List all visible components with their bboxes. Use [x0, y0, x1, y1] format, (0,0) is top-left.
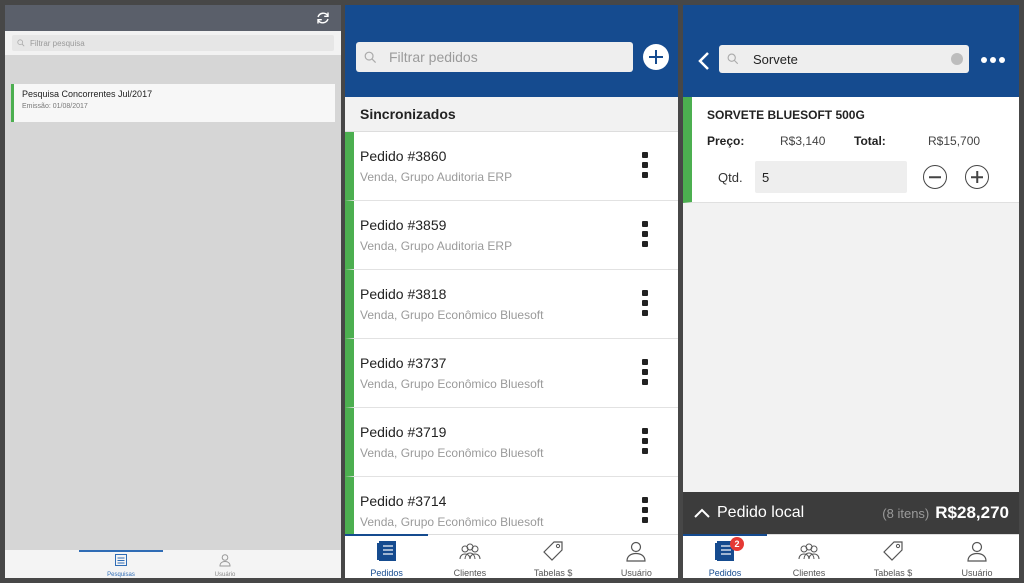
- orders-screen: Filtrar pedidos Sincronizados Pedido #38…: [345, 5, 678, 578]
- list-item[interactable]: Pesquisa Concorrentes Jul/2017 Emissão: …: [11, 84, 335, 122]
- tab-pedidos[interactable]: 2 Pedidos: [683, 534, 767, 578]
- total-label: Total:: [854, 134, 886, 148]
- price-tag-icon: [543, 541, 563, 561]
- header: Sorvete: [683, 5, 1019, 97]
- clear-icon[interactable]: [951, 53, 963, 65]
- tab-label: Clientes: [792, 568, 826, 578]
- section-title: Sincronizados: [345, 97, 678, 132]
- tab-clientes[interactable]: Clientes: [428, 535, 511, 578]
- tab-usuario[interactable]: Usuário: [935, 535, 1019, 578]
- survey-title: Pesquisa Concorrentes Jul/2017: [22, 89, 153, 99]
- table-row[interactable]: Pedido #3859 Venda, Grupo Auditoria ERP: [345, 201, 678, 270]
- tab-label: Pedidos: [708, 568, 742, 578]
- search-icon: [727, 53, 739, 65]
- tab-label: Pesquisas: [107, 572, 135, 578]
- header: Filtrar pedidos: [345, 5, 678, 97]
- search-bar: Filtrar pesquisa: [5, 31, 341, 55]
- more-menu-icon[interactable]: [981, 57, 1005, 63]
- order-subtitle: Venda, Grupo Econômico Bluesoft: [360, 446, 544, 460]
- local-order-label: Pedido local: [717, 504, 805, 521]
- more-menu-icon[interactable]: [642, 428, 648, 454]
- survey-date: Emissão: 01/08/2017: [22, 103, 88, 110]
- search-input[interactable]: Filtrar pedidos: [356, 42, 633, 72]
- order-subtitle: Venda, Grupo Auditoria ERP: [360, 170, 513, 184]
- table-row[interactable]: Pedido #3719 Venda, Grupo Econômico Blue…: [345, 408, 678, 477]
- tab-label: Pedidos: [370, 568, 403, 578]
- user-icon: [967, 541, 987, 562]
- tab-label: Tabelas $: [873, 568, 913, 578]
- qty-label: Qtd.: [718, 170, 743, 185]
- clients-icon: [798, 543, 820, 560]
- add-order-button[interactable]: [643, 44, 669, 70]
- table-row[interactable]: Pedido #3860 Venda, Grupo Auditoria ERP: [345, 132, 678, 201]
- total-value: R$15,700: [928, 134, 981, 148]
- more-menu-icon[interactable]: [642, 152, 648, 178]
- order-title: Pedido #3859: [360, 217, 447, 233]
- price-label: Preço:: [707, 134, 745, 148]
- order-list: Pedido #3860 Venda, Grupo Auditoria ERP …: [345, 132, 678, 546]
- order-title: Pedido #3818: [360, 286, 447, 302]
- local-order-bar[interactable]: Pedido local (8 itens) R$28,270: [683, 492, 1019, 534]
- product-name: SORVETE BLUESOFT 500G: [707, 108, 865, 122]
- price-tag-icon: [883, 541, 903, 561]
- tab-clientes[interactable]: Clientes: [767, 535, 851, 578]
- user-icon: [626, 541, 646, 562]
- item-count: (8 itens): [882, 505, 930, 521]
- tab-label: Usuário: [961, 568, 993, 578]
- order-subtitle: Venda, Grupo Econômico Bluesoft: [360, 308, 544, 322]
- qty-value: 5: [762, 169, 770, 185]
- tab-bar: 2 Pedidos Clientes Tabelas $ Usuário: [683, 534, 1019, 578]
- more-menu-icon[interactable]: [642, 497, 648, 523]
- order-subtitle: Venda, Grupo Econômico Bluesoft: [360, 377, 544, 391]
- search-icon: [364, 51, 377, 63]
- table-row[interactable]: Pedido #3737 Venda, Grupo Econômico Blue…: [345, 339, 678, 408]
- search-placeholder: Filtrar pesquisa: [30, 38, 85, 48]
- sync-icon[interactable]: [315, 10, 331, 26]
- product-search-screen: Sorvete SORVETE BLUESOFT 500G Preço: R$3…: [683, 5, 1019, 578]
- chevron-up-icon: [694, 508, 710, 518]
- user-icon: [219, 554, 231, 567]
- order-subtitle: Venda, Grupo Auditoria ERP: [360, 239, 513, 253]
- survey-screen: Filtrar pesquisa Pesquisa Concorrentes J…: [5, 5, 341, 578]
- decrease-button[interactable]: [923, 165, 947, 189]
- order-total: R$28,270: [935, 503, 1009, 522]
- order-subtitle: Venda, Grupo Econômico Bluesoft: [360, 515, 544, 529]
- orders-icon: [376, 541, 396, 561]
- order-title: Pedido #3860: [360, 148, 447, 164]
- order-title: Pedido #3737: [360, 355, 447, 371]
- more-menu-icon[interactable]: [642, 221, 648, 247]
- list-icon: [115, 554, 127, 566]
- search-icon: [17, 39, 25, 47]
- order-title: Pedido #3714: [360, 493, 447, 509]
- increase-button[interactable]: [965, 165, 989, 189]
- search-placeholder: Filtrar pedidos: [389, 49, 478, 65]
- tab-label: Clientes: [453, 568, 487, 578]
- search-input[interactable]: Sorvete: [719, 45, 969, 73]
- clients-icon: [459, 543, 481, 560]
- screenshot-stage: Filtrar pesquisa Pesquisa Concorrentes J…: [0, 0, 1024, 583]
- search-value: Sorvete: [753, 51, 798, 67]
- tab-bar: Pedidos Clientes Tabelas $ Usuário: [345, 534, 678, 578]
- tab-usuario[interactable]: Usuário: [183, 550, 267, 578]
- table-row[interactable]: Pedido #3818 Venda, Grupo Econômico Blue…: [345, 270, 678, 339]
- tab-label: Tabelas $: [533, 568, 573, 578]
- search-input[interactable]: Filtrar pesquisa: [12, 35, 334, 51]
- tab-pesquisas[interactable]: Pesquisas: [79, 550, 163, 578]
- tab-label: Usuário: [620, 568, 652, 578]
- tab-pedidos[interactable]: Pedidos: [345, 534, 429, 578]
- cart-count-badge: 2: [730, 537, 744, 551]
- tab-tabelas[interactable]: Tabelas $: [512, 535, 595, 578]
- tab-bar: Pesquisas Usuário: [5, 550, 341, 578]
- back-arrow-icon[interactable]: [697, 51, 711, 71]
- tab-label: Usuário: [214, 572, 236, 578]
- top-bar: [5, 5, 341, 31]
- more-menu-icon[interactable]: [642, 359, 648, 385]
- tab-usuario[interactable]: Usuário: [595, 535, 678, 578]
- order-title: Pedido #3719: [360, 424, 447, 440]
- more-menu-icon[interactable]: [642, 290, 648, 316]
- product-card: SORVETE BLUESOFT 500G Preço: R$3,140 Tot…: [683, 97, 1019, 203]
- quantity-field[interactable]: 5: [755, 161, 907, 193]
- tab-tabelas[interactable]: Tabelas $: [851, 535, 935, 578]
- price-value: R$3,140: [780, 134, 826, 148]
